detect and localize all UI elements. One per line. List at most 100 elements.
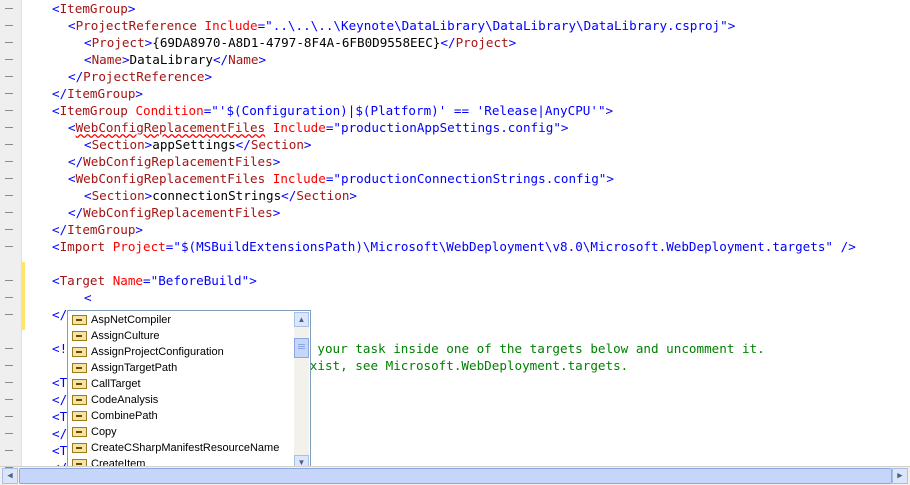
code-line[interactable]: </ItemGroup>: [52, 221, 143, 238]
code-token: >: [135, 86, 144, 101]
code-token: ItemGroup: [59, 1, 128, 16]
code-token: WebConfigReplacementFiles: [83, 205, 273, 220]
code-token: </: [52, 307, 68, 322]
code-line[interactable]: <Import Project="$(MSBuildExtensionsPath…: [52, 238, 856, 255]
code-line[interactable]: <Section>connectionStrings</Section>: [84, 187, 357, 204]
completion-item[interactable]: Copy: [70, 424, 117, 440]
code-line[interactable]: <WebConfigReplacementFiles Include="prod…: [68, 119, 568, 136]
code-token: productionAppSettings.config: [341, 120, 554, 135]
code-token: <: [68, 171, 76, 186]
code-token: <: [52, 1, 60, 16]
code-line[interactable]: <Name>DataLibrary</Name>: [84, 51, 266, 68]
completion-item-label: CodeAnalysis: [91, 394, 159, 406]
horizontal-scrollbar[interactable]: ◀ ▶: [0, 466, 910, 485]
task-icon: [72, 379, 87, 389]
code-token: <: [84, 35, 92, 50]
code-line[interactable]: <ItemGroup Condition="'$(Configuration)|…: [52, 102, 613, 119]
code-line[interactable]: <WebConfigReplacementFiles Include="prod…: [68, 170, 614, 187]
completion-item[interactable]: AssignProjectConfiguration: [70, 344, 224, 360]
scroll-right-button[interactable]: ▶: [892, 468, 908, 484]
code-line[interactable]: </: [52, 425, 67, 442]
code-token: <: [84, 290, 92, 305]
completion-item[interactable]: CombinePath: [70, 408, 158, 424]
code-line[interactable]: </WebConfigReplacementFiles>: [68, 153, 280, 170]
scroll-up-button[interactable]: ▲: [294, 312, 309, 327]
code-line[interactable]: </ProjectReference>: [68, 68, 212, 85]
code-token: Section: [91, 137, 145, 152]
code-token: =": [203, 103, 219, 118]
completion-item[interactable]: AssignCulture: [70, 328, 159, 344]
code-line[interactable]: <ProjectReference Include="..\..\..\Keyn…: [68, 17, 735, 34]
outline-tick: [5, 161, 13, 162]
code-line[interactable]: </: [52, 306, 67, 323]
code-line[interactable]: <ItemGroup>: [52, 0, 135, 17]
code-token: >: [272, 205, 281, 220]
code-line[interactable]: <T: [52, 442, 67, 459]
code-token: ">: [598, 171, 614, 186]
code-line[interactable]: </ItemGroup>: [52, 85, 143, 102]
code-token: >: [272, 154, 281, 169]
code-token: <T: [52, 375, 68, 390]
code-line[interactable]: <Section>appSettings</Section>: [84, 136, 312, 153]
outline-tick: [5, 433, 13, 434]
code-line[interactable]: <Target Name="BeforeBuild">: [52, 272, 257, 289]
code-token: <: [84, 137, 92, 152]
completion-item[interactable]: CallTarget: [70, 376, 141, 392]
completion-item-label: CreateCSharpManifestResourceName: [91, 442, 280, 454]
code-token: ItemGroup: [59, 103, 128, 118]
scroll-left-button[interactable]: ◀: [2, 468, 18, 484]
outline-tick: [5, 314, 13, 315]
code-token: ItemGroup: [67, 222, 136, 237]
outline-tick: [5, 212, 13, 213]
outline-tick: [5, 76, 13, 77]
task-icon: [72, 331, 87, 341]
code-line[interactable]: <T: [52, 408, 67, 425]
code-token: BeforeBuild: [158, 273, 242, 288]
completion-item[interactable]: AssignTargetPath: [70, 360, 177, 376]
code-token: =": [257, 18, 273, 33]
outline-tick: [5, 42, 13, 43]
code-token: $(MSBuildExtensionsPath)\Microsoft\WebDe…: [180, 239, 826, 254]
scroll-thumb[interactable]: [294, 338, 309, 358]
outline-tick: [5, 382, 13, 383]
code-token: >: [127, 1, 136, 16]
task-icon: [72, 315, 87, 325]
code-token: </: [281, 188, 297, 203]
code-token: Project: [112, 239, 166, 254]
outline-tick: [5, 297, 13, 298]
outline-tick: [5, 195, 13, 196]
outline-tick: [5, 467, 13, 468]
code-token: ">: [553, 120, 569, 135]
code-token: =": [325, 171, 341, 186]
code-token: >: [258, 52, 267, 67]
completion-item[interactable]: CodeAnalysis: [70, 392, 158, 408]
code-token: >: [204, 69, 213, 84]
horizontal-scroll-thumb[interactable]: [19, 468, 892, 484]
outline-tick: [5, 25, 13, 26]
code-token: </: [52, 222, 68, 237]
intellisense-completion-list[interactable]: ▲ ▼ AspNetCompiler AssignCulture AssignPro…: [67, 310, 311, 472]
code-token: </: [212, 52, 229, 67]
code-token: Target: [59, 273, 106, 288]
task-icon: [72, 395, 87, 405]
completion-scrollbar[interactable]: ▲ ▼: [294, 312, 309, 470]
code-line[interactable]: </WebConfigReplacementFiles>: [68, 204, 280, 221]
code-token: >: [508, 35, 517, 50]
code-token: Name: [91, 52, 122, 67]
code-line[interactable]: </: [52, 391, 67, 408]
code-token: </: [68, 69, 84, 84]
code-token: >: [303, 137, 312, 152]
code-line[interactable]: <T: [52, 374, 67, 391]
code-line[interactable]: <: [84, 289, 92, 306]
code-line[interactable]: <Project>{69DA8970-A8D1-4797-8F4A-6FB0D9…: [84, 34, 516, 51]
outline-tick: [5, 127, 13, 128]
outline-tick: [5, 144, 13, 145]
code-token: {69DA8970-A8D1-4797-8F4A-6FB0D9558EEC}: [152, 35, 441, 50]
code-token: </: [52, 392, 68, 407]
code-token: =": [325, 120, 341, 135]
code-token: ">: [241, 273, 257, 288]
code-token: productionConnectionStrings.config: [341, 171, 599, 186]
completion-item[interactable]: AspNetCompiler: [70, 312, 171, 328]
completion-item[interactable]: CreateCSharpManifestResourceName: [70, 440, 279, 456]
